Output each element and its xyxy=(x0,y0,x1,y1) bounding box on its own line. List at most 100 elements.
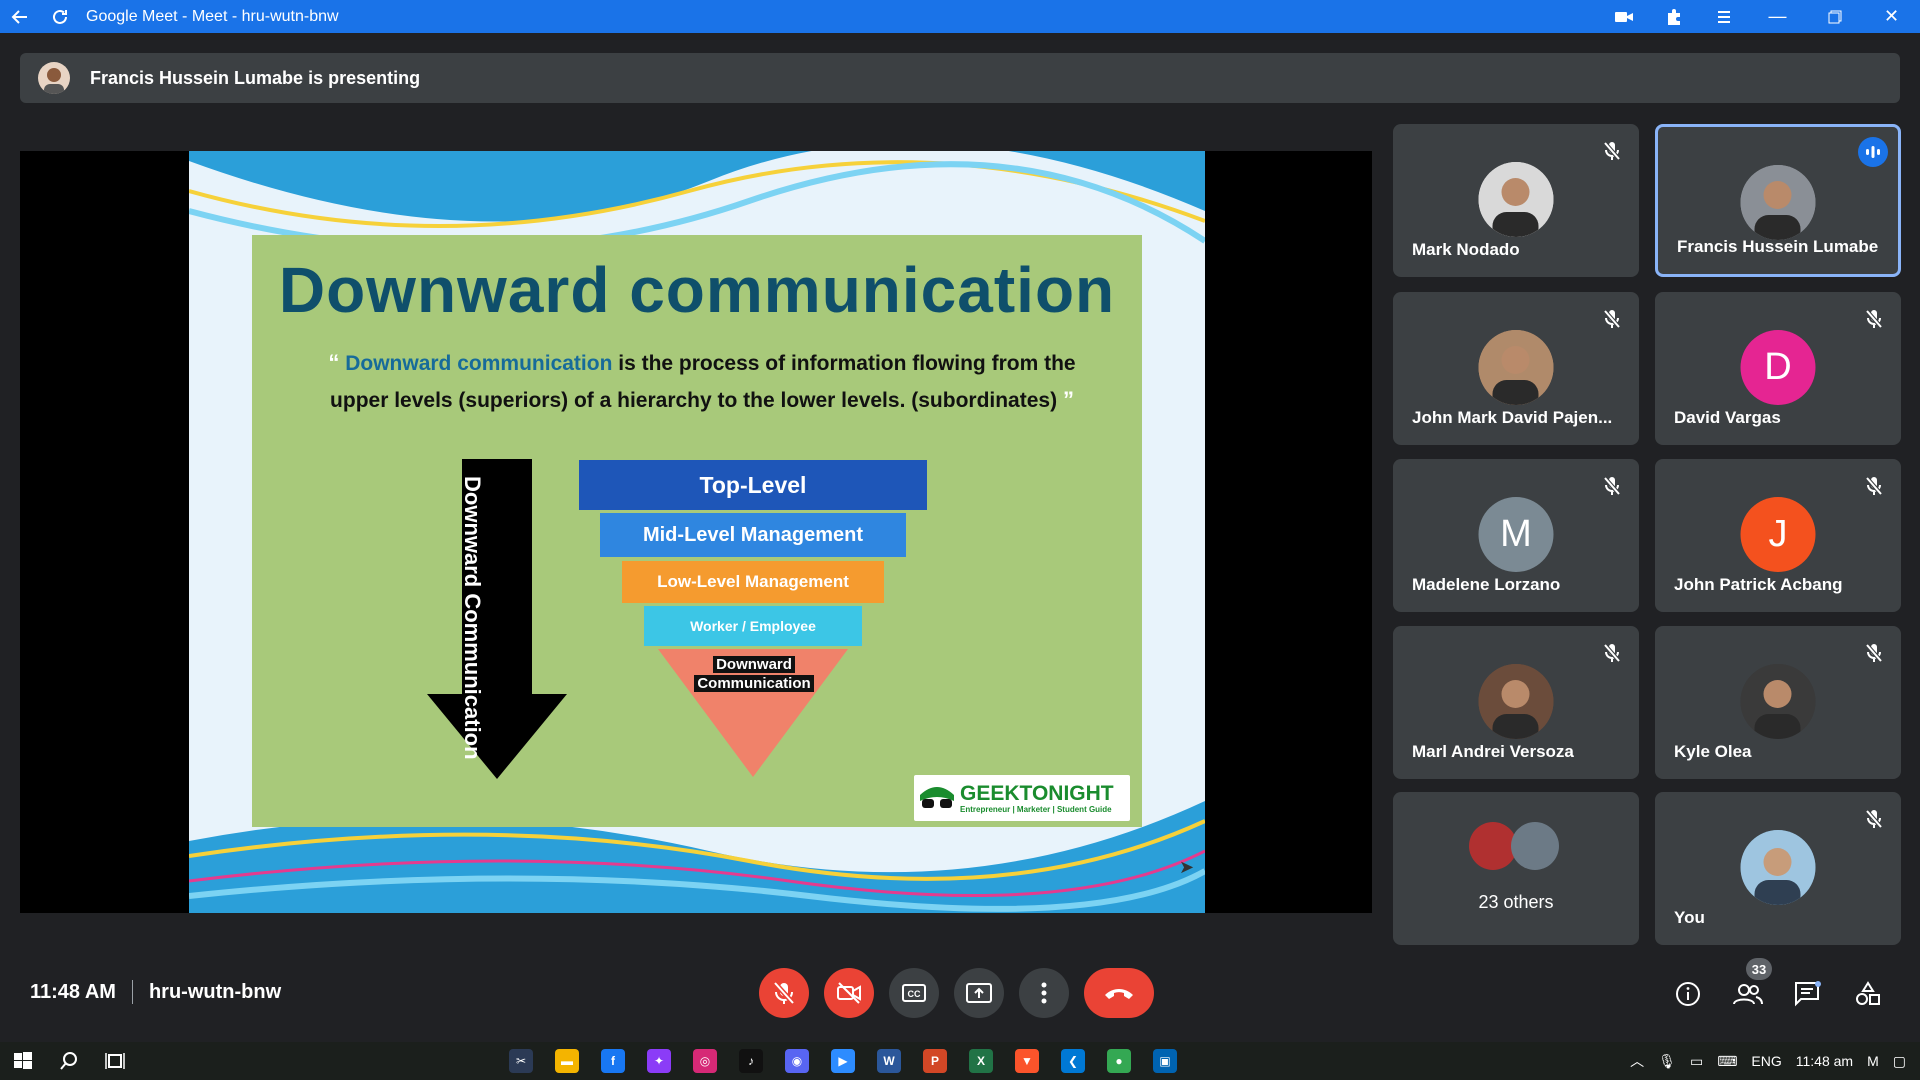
discord-icon-glyph: ◉ xyxy=(785,1049,809,1073)
word-icon[interactable]: W xyxy=(866,1042,912,1080)
tiktok-icon[interactable]: ♪ xyxy=(728,1042,774,1080)
mouse-cursor-icon: ➤ xyxy=(1179,857,1195,877)
brave-icon-glyph: ▼ xyxy=(1015,1049,1039,1073)
shared-slide: Downward communication “ Downward commun… xyxy=(189,151,1205,913)
logo-wordmark: GEEKTONIGHT xyxy=(960,781,1114,805)
facebook-icon[interactable]: f xyxy=(590,1042,636,1080)
vscode-icon-glyph: ❮ xyxy=(1061,1049,1085,1073)
participant-avatar xyxy=(1740,664,1816,739)
participant-tile[interactable]: Francis Hussein Lumabe xyxy=(1655,124,1901,277)
brave-icon[interactable]: ▼ xyxy=(1004,1042,1050,1080)
more-options-button[interactable] xyxy=(1019,968,1069,1018)
participant-tile[interactable]: John Mark David Pajen... xyxy=(1393,292,1639,445)
photos-icon-glyph: ▣ xyxy=(1153,1049,1177,1073)
chat-button[interactable] xyxy=(1788,974,1828,1014)
mic-off-icon xyxy=(1861,640,1887,666)
participant-avatar: M xyxy=(1478,497,1554,572)
powerpoint-icon-glyph: P xyxy=(923,1049,947,1073)
people-button[interactable] xyxy=(1728,974,1768,1014)
presentation-stage[interactable]: Downward communication “ Downward commun… xyxy=(20,151,1372,913)
quote-close-mark: ” xyxy=(1062,387,1074,412)
battery-icon[interactable]: ▭ xyxy=(1690,1053,1703,1070)
participant-tile[interactable]: J John Patrick Acbang xyxy=(1655,459,1901,612)
participant-tile[interactable]: D David Vargas xyxy=(1655,292,1901,445)
taskbar-clock[interactable]: 11:48 am xyxy=(1796,1053,1853,1069)
browser-title-bar: Google Meet - Meet - hru-wutn-bnw — ✕ xyxy=(0,0,1920,33)
mic-toggle-button[interactable] xyxy=(759,968,809,1018)
snip-app-icon-glyph: ✂ xyxy=(509,1049,533,1073)
back-icon[interactable] xyxy=(0,0,40,33)
close-icon[interactable]: ✕ xyxy=(1863,0,1920,33)
taskbar-apps: ✂ ▬ f ✦ ◎ ♪ ◉ ▶ W P X ▼ ❮ ● ▣ xyxy=(498,1042,1188,1080)
tiktok-icon-glyph: ♪ xyxy=(739,1049,763,1073)
photos-icon[interactable]: ▣ xyxy=(1142,1042,1188,1080)
restore-icon[interactable] xyxy=(1806,0,1863,33)
arrow-label: Downward Communication xyxy=(460,476,485,760)
meeting-code: hru-wutn-bnw xyxy=(148,980,282,1003)
presenting-text: Francis Hussein Lumabe is presenting xyxy=(90,67,421,88)
powerpoint-icon[interactable]: P xyxy=(912,1042,958,1080)
chevron-up-icon[interactable]: ︿ xyxy=(1630,1051,1644,1071)
participant-tile[interactable]: M Madelene Lorzano xyxy=(1393,459,1639,612)
file-explorer-icon[interactable]: ▬ xyxy=(544,1042,590,1080)
pyramid-level-worker: Worker / Employee xyxy=(644,606,862,646)
pyramid-tip-line1: Downward xyxy=(713,656,795,673)
mic-off-icon xyxy=(1599,138,1625,164)
other-avatar xyxy=(1511,822,1559,870)
chrome-icon[interactable]: ● xyxy=(1096,1042,1142,1080)
file-explorer-icon-glyph: ▬ xyxy=(555,1049,579,1073)
reload-icon[interactable] xyxy=(40,0,80,33)
participant-name: Francis Hussein Lumabe xyxy=(1677,237,1879,256)
instagram-icon-glyph: ◎ xyxy=(693,1049,717,1073)
others-tile[interactable]: 23 others xyxy=(1393,792,1639,945)
minimize-icon[interactable]: — xyxy=(1749,0,1806,33)
activities-button[interactable] xyxy=(1848,974,1888,1014)
meeting-details-button[interactable] xyxy=(1668,974,1708,1014)
excel-icon-glyph: X xyxy=(969,1049,993,1073)
start-icon[interactable] xyxy=(0,1042,46,1080)
zoom-icon[interactable]: ▶ xyxy=(820,1042,866,1080)
extensions-icon[interactable] xyxy=(1649,0,1699,33)
camera-icon[interactable] xyxy=(1599,0,1649,33)
system-tray: ︿ 🎙 ▭ ⌨ ENG 11:48 am M ▢ xyxy=(1630,1042,1920,1080)
participant-tile[interactable]: Marl Andrei Versoza xyxy=(1393,626,1639,779)
gmail-icon[interactable]: M xyxy=(1867,1053,1879,1069)
participant-avatar xyxy=(1478,664,1554,739)
participant-tile[interactable]: Kyle Olea xyxy=(1655,626,1901,779)
self-tile[interactable]: You xyxy=(1655,792,1901,945)
task-view-icon[interactable] xyxy=(92,1042,138,1080)
menu-icon[interactable] xyxy=(1699,0,1749,33)
logo-tagline: Entrepreneur | Marketer | Student Guide xyxy=(960,804,1112,814)
slide-definition: “ Downward communication is the process … xyxy=(302,345,1102,419)
clock: 11:48 AM xyxy=(30,980,116,1003)
leave-call-button[interactable] xyxy=(1084,968,1154,1018)
participant-name: Mark Nodado xyxy=(1412,240,1520,259)
excel-icon[interactable]: X xyxy=(958,1042,1004,1080)
discord-icon[interactable]: ◉ xyxy=(774,1042,820,1080)
snip-app-icon[interactable]: ✂ xyxy=(498,1042,544,1080)
zoom-icon-glyph: ▶ xyxy=(831,1049,855,1073)
participant-name: David Vargas xyxy=(1674,408,1781,427)
keyboard-icon[interactable]: ⌨ xyxy=(1717,1053,1737,1070)
geektonight-logo: GEEKTONIGHT Entrepreneur | Marketer | St… xyxy=(914,775,1130,821)
participant-avatar: D xyxy=(1740,330,1816,405)
captions-button[interactable]: CC xyxy=(889,968,939,1018)
participant-tile[interactable]: Mark Nodado xyxy=(1393,124,1639,277)
vscode-icon[interactable]: ❮ xyxy=(1050,1042,1096,1080)
participant-name: Madelene Lorzano xyxy=(1412,575,1561,594)
participant-name: John Mark David Pajen... xyxy=(1412,408,1613,427)
messenger-icon[interactable]: ✦ xyxy=(636,1042,682,1080)
meeting-info: 11:48 AM hru-wutn-bnw xyxy=(30,980,281,1004)
search-icon[interactable] xyxy=(46,1042,92,1080)
word-icon-glyph: W xyxy=(877,1049,901,1073)
participant-avatar xyxy=(1478,162,1554,237)
instagram-icon[interactable]: ◎ xyxy=(682,1042,728,1080)
participant-avatar xyxy=(1478,330,1554,405)
pyramid-level-mid: Mid-Level Management xyxy=(600,513,906,557)
notification-icon[interactable]: ▢ xyxy=(1893,1053,1906,1070)
language-indicator[interactable]: ENG xyxy=(1751,1053,1781,1069)
present-button[interactable] xyxy=(954,968,1004,1018)
pyramid-level-low: Low-Level Management xyxy=(622,561,884,603)
camera-toggle-button[interactable] xyxy=(824,968,874,1018)
microphone-icon[interactable]: 🎙 xyxy=(1658,1053,1676,1070)
